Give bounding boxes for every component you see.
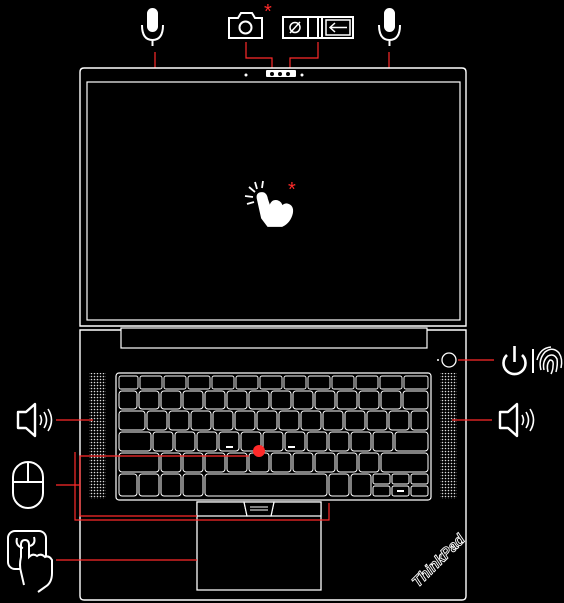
microphone-icon bbox=[141, 8, 164, 46]
touchpad-icon bbox=[7, 530, 53, 593]
trackpoint bbox=[253, 445, 265, 457]
footnote-asterisk: * bbox=[264, 1, 272, 23]
power-button-icon bbox=[502, 346, 527, 376]
speaker-grille-left bbox=[89, 373, 106, 499]
speaker-icon bbox=[16, 402, 53, 438]
laptop-lid bbox=[79, 67, 467, 327]
fingerprint-icon bbox=[536, 346, 563, 375]
hinge bbox=[120, 327, 428, 349]
privacy-shutter-icon bbox=[282, 16, 354, 39]
mouse-icon bbox=[12, 461, 44, 509]
speaker-icon bbox=[498, 402, 535, 438]
touchpad bbox=[196, 501, 322, 591]
camera-icon bbox=[228, 12, 263, 39]
laptop-diagram: * * ThinkPad bbox=[7, 1, 563, 601]
microphone-icon bbox=[378, 8, 401, 46]
speaker-grille-right bbox=[440, 373, 457, 499]
touch-footnote-asterisk: * bbox=[288, 179, 296, 201]
keyboard bbox=[115, 372, 432, 501]
